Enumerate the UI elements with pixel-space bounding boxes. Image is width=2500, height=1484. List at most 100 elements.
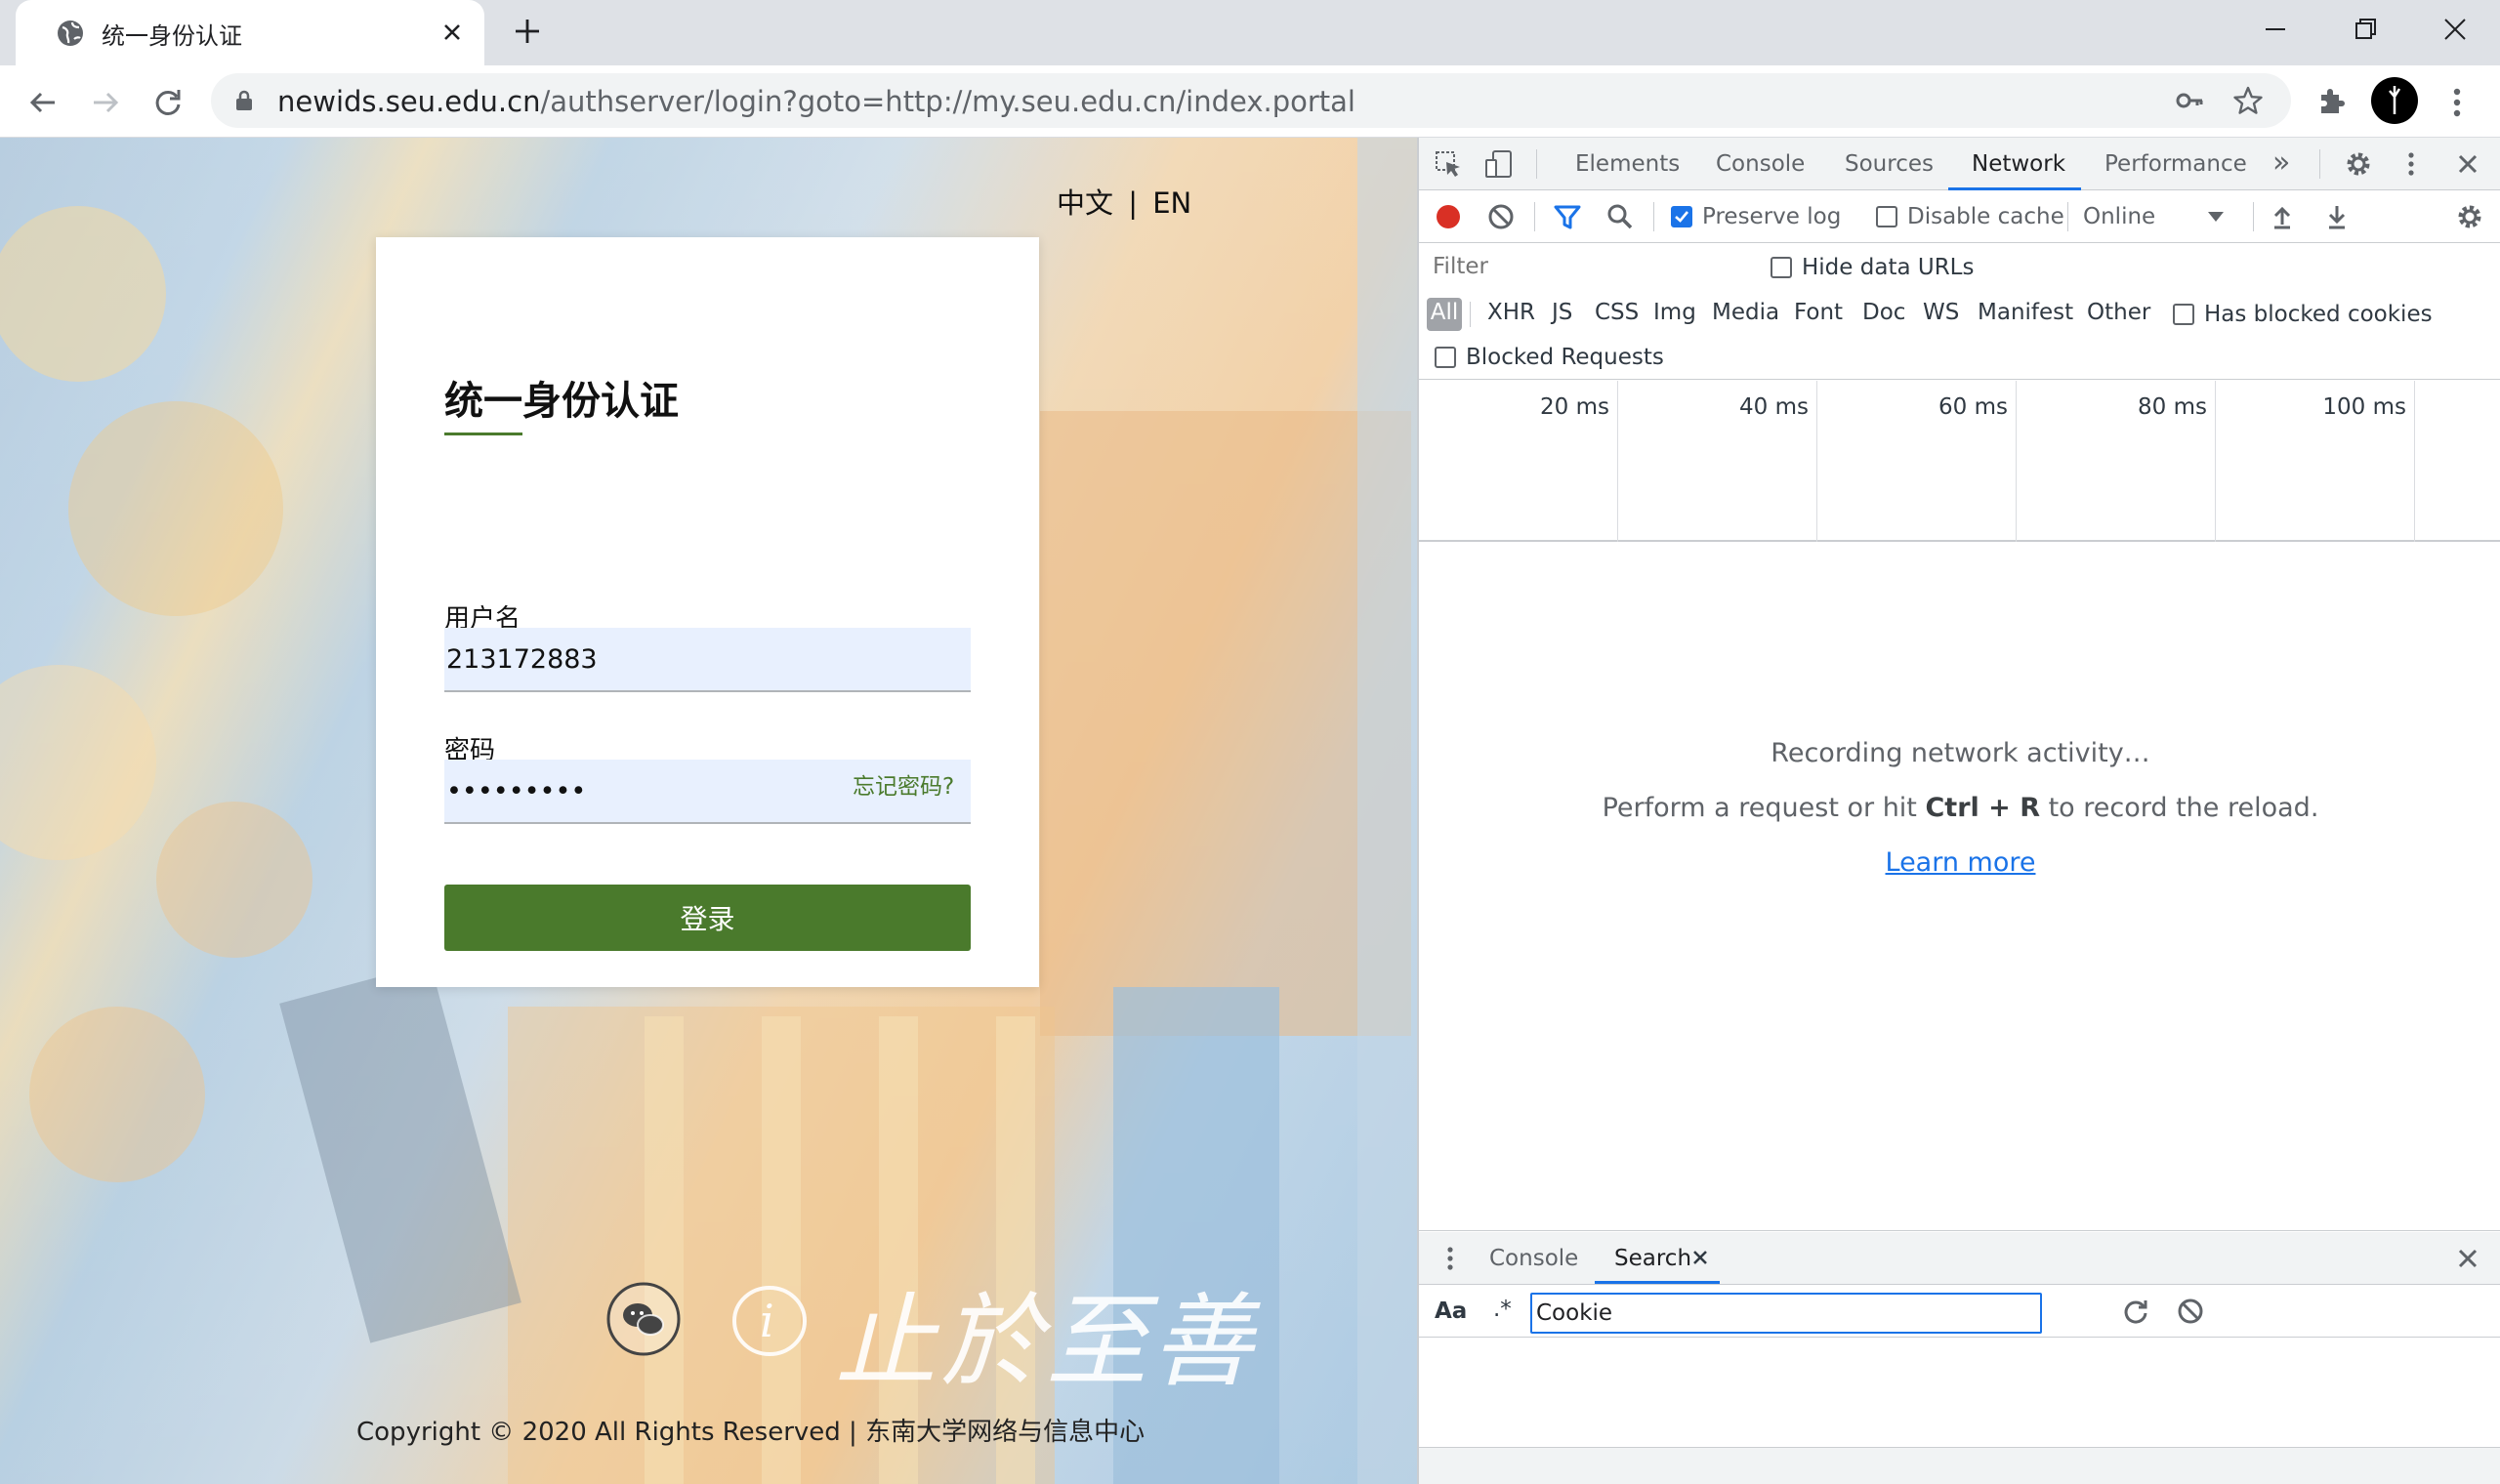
timeline-tick-label: 80 ms [2138, 394, 2207, 420]
minimize-icon[interactable] [2256, 10, 2295, 49]
regex-toggle[interactable]: .* [1493, 1297, 1512, 1322]
filter-input[interactable] [1427, 249, 1739, 284]
close-devtools-icon[interactable] [2452, 148, 2483, 180]
type-filter-media[interactable]: Media [1712, 298, 1779, 331]
network-settings-gear-icon[interactable] [2454, 201, 2485, 232]
type-filter-css[interactable]: CSS [1595, 298, 1639, 331]
globe-icon [55, 18, 86, 49]
type-filter-doc[interactable]: Doc [1862, 298, 1905, 331]
extensions-puzzle-icon[interactable] [2314, 83, 2350, 118]
url-text[interactable]: newids.seu.edu.cn/authserver/login?goto=… [277, 85, 1355, 118]
url-path: /authserver/login?goto=http://my.seu.edu… [540, 85, 1355, 118]
toolbar-divider [2319, 149, 2320, 179]
browser-tab[interactable]: 统一身份认证 [16, 0, 484, 65]
clear-search-icon[interactable] [2175, 1296, 2206, 1327]
device-toolbar-icon[interactable] [1483, 148, 1515, 180]
close-tab-icon[interactable] [437, 17, 468, 48]
has-blocked-cookies-checkbox[interactable] [2173, 304, 2194, 325]
hide-data-urls-checkbox[interactable] [1771, 257, 1792, 278]
type-filter-font[interactable]: Font [1794, 298, 1843, 331]
clear-icon[interactable] [1485, 201, 1517, 232]
disable-cache-checkbox[interactable] [1876, 206, 1897, 227]
timeline-gridline [1617, 381, 1618, 542]
record-icon[interactable] [1433, 201, 1464, 232]
timeline-gridline [2016, 381, 2017, 542]
type-filter-js[interactable]: JS [1552, 298, 1572, 331]
tab-console[interactable]: Console [1716, 151, 1805, 177]
learn-more-link-text[interactable]: Learn more [1886, 847, 2036, 878]
throttling-select[interactable]: Online [2083, 204, 2155, 229]
title-underline [444, 433, 522, 435]
tab-elements[interactable]: Elements [1575, 151, 1680, 177]
tab-network[interactable]: Network [1972, 151, 2065, 177]
preserve-log-checkbox[interactable] [1671, 206, 1692, 227]
drawer-active-tab-indicator [1595, 1281, 1720, 1284]
inspect-element-icon[interactable] [1433, 148, 1464, 180]
toolbar-divider [1536, 149, 1537, 179]
match-case-toggle[interactable]: Aa [1435, 1298, 1467, 1324]
refresh-search-icon[interactable] [2120, 1296, 2151, 1327]
lock-icon[interactable] [232, 89, 256, 112]
type-filter-img[interactable]: Img [1653, 298, 1696, 331]
login-button[interactable]: 登录 [444, 885, 971, 951]
new-tab-icon[interactable] [512, 16, 543, 47]
type-filter-xhr[interactable]: XHR [1487, 298, 1535, 331]
toolbar-divider [1470, 302, 1471, 327]
import-har-icon[interactable] [2267, 201, 2298, 232]
more-tabs-icon[interactable]: » [2272, 145, 2290, 180]
window-close-icon[interactable] [2436, 10, 2475, 49]
key-icon[interactable] [2174, 85, 2205, 116]
back-icon[interactable] [23, 83, 62, 122]
chevron-down-icon[interactable] [2208, 212, 2224, 222]
recording-status-text: Recording network activity… [1771, 738, 2150, 768]
search-status-bar [1419, 1447, 2500, 1484]
close-search-tab-icon[interactable] [1688, 1246, 1712, 1269]
reload-icon[interactable] [148, 83, 188, 122]
drawer-tabbar: Console Search [1419, 1232, 2500, 1285]
drawer-tab-console[interactable]: Console [1489, 1246, 1578, 1271]
export-har-icon[interactable] [2321, 201, 2353, 232]
type-filter-other[interactable]: Other [2087, 298, 2150, 331]
lang-en-link[interactable]: EN [1152, 186, 1191, 220]
drawer-menu-icon[interactable] [1435, 1243, 1466, 1274]
restore-icon[interactable] [2346, 10, 2385, 49]
username-input[interactable] [444, 628, 971, 692]
timeline-gridline [2414, 381, 2415, 542]
chrome-menu-icon[interactable] [2441, 83, 2473, 122]
wechat-icon[interactable] [605, 1281, 682, 1357]
filter-funnel-icon[interactable] [1552, 201, 1583, 232]
bookmark-star-icon[interactable] [2232, 85, 2264, 116]
timeline-tick-label: 100 ms [2322, 394, 2406, 420]
tab-performance[interactable]: Performance [2104, 151, 2247, 177]
address-bar[interactable]: newids.seu.edu.cn/authserver/login?goto=… [211, 73, 2291, 128]
tab-sources[interactable]: Sources [1845, 151, 1934, 177]
search-input[interactable] [1530, 1293, 2042, 1334]
copyright-text: Copyright © 2020 All Rights Reserved | 东… [356, 1418, 1146, 1447]
forward-icon[interactable] [86, 83, 125, 122]
timeline-tick-label: 20 ms [1540, 394, 1609, 420]
toolbar-divider [2067, 202, 2068, 231]
lang-zh-link[interactable]: 中文 [1057, 186, 1113, 220]
reload-hint-pre: Perform a request or hit [1602, 793, 1926, 823]
svg-text:i: i [760, 1295, 774, 1347]
network-toolbar: Preserve log Disable cache Online [1419, 190, 2500, 243]
forgot-password-link[interactable]: 忘记密码? [853, 767, 954, 801]
login-page: 中文 | EN 统一身份认证 用户名 密码 忘记密码? 登录 i 止於至善 Co… [0, 138, 1417, 1484]
lang-separator: | [1128, 186, 1139, 220]
settings-gear-icon[interactable] [2343, 148, 2374, 180]
type-filter-all[interactable]: All [1427, 298, 1462, 331]
has-blocked-cookies-label: Has blocked cookies [2204, 302, 2433, 327]
timeline-tick-label: 40 ms [1739, 394, 1809, 420]
tab-strip: 统一身份认证 [0, 0, 2500, 65]
search-icon[interactable] [1604, 201, 1636, 232]
drawer-tab-search[interactable]: Search [1614, 1246, 1691, 1271]
type-filter-ws[interactable]: WS [1923, 298, 1959, 331]
toolbar-divider [1534, 202, 1535, 231]
devtools-menu-icon[interactable] [2396, 148, 2427, 180]
profile-avatar[interactable] [2371, 77, 2418, 124]
blocked-requests-checkbox[interactable] [1435, 347, 1456, 368]
type-filter-manifest[interactable]: Manifest [1978, 298, 2073, 331]
learn-more-link: Learn more [1419, 847, 2500, 878]
network-overview-timeline: 20 ms 40 ms 60 ms 80 ms 100 ms [1419, 381, 2500, 542]
close-drawer-icon[interactable] [2452, 1243, 2483, 1274]
